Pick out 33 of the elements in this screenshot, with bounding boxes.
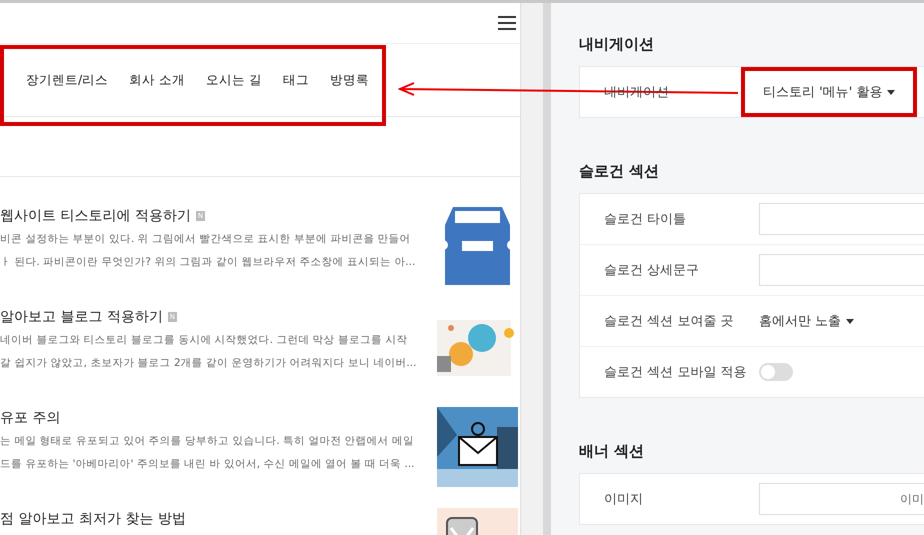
setting-label: 슬로건 타이틀 [604,211,688,228]
section-title: 슬로건 섹션 [579,162,660,181]
post-excerpt: ㅏ 된다. 파비콘이란 무엇인가? 위의 그림과 같이 웹브라우저 주소창에 표시되는 아... [0,255,416,270]
setting-label: 슬로건 섹션 보여줄 곳 [604,313,734,330]
post-title[interactable]: 알아보고 블로그 적용하기 [0,308,163,326]
setting-label: 이미지 [604,491,644,508]
nav-link[interactable]: 방명록 [330,72,370,88]
post-excerpt: 드를 유포하는 '아베마리아' 주의보를 내린 바 있어서, 수신 메일에 열어 볼 때 더욱 ... [0,457,415,472]
post-excerpt: 네이버 블로그와 티스토리 블로그를 동시에 시작했었다. 그런데 막상 블로그를 시작 [0,333,408,348]
section-title: 배너 섹션 [579,442,646,461]
post-excerpt: 는 메일 형태로 유포되고 있어 주의를 당부하고 있습니다. 특히 얼마전 안랩에서 메일 [0,434,414,449]
caret-icon [846,318,854,324]
input-field[interactable] [759,254,924,286]
setting-label: 슬로건 섹션 모바일 적용 [604,364,748,381]
section-title: 내비게이션 [579,35,655,54]
nav-link[interactable]: 태그 [283,72,310,88]
input-field[interactable]: 이미 [759,483,924,515]
dropdown[interactable]: 티스토리 '메뉴' 활용 [741,67,918,117]
nav-link[interactable]: 오시는 길 [206,72,262,88]
scrollbar[interactable] [520,3,543,535]
post-excerpt: 갈 쉽지가 않았고, 초보자가 블로그 2개를 같이 운영하기가 어려워지다 보니 네이버... [0,356,416,371]
post-title[interactable]: 유포 주의 [0,409,60,427]
post-title[interactable]: 웹사이트 티스토리에 적용하기 [0,207,191,225]
setting-label: 슬로건 상세문구 [604,262,700,279]
caret-icon [887,90,896,94]
nav-link[interactable]: 장기렌트/리스 [26,72,108,88]
nav-link[interactable]: 회사 소개 [129,72,186,88]
post-excerpt: 비콘 설정하는 부분이 있다. 위 그림에서 빨간색으로 표시한 부분에 파비콘을 만들어 [0,232,411,247]
toggle-switch[interactable] [759,363,793,381]
dropdown[interactable]: 홈에서만 노출 [759,312,854,330]
menu-icon[interactable] [498,16,516,30]
post-title[interactable]: 점 알아보고 최저가 찾는 방법 [0,510,186,528]
input-field[interactable] [759,203,924,235]
